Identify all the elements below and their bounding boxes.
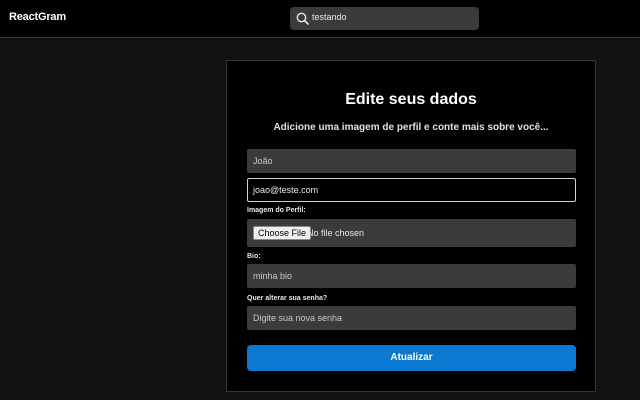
navbar: ReactGram testando — [0, 0, 640, 38]
choose-file-button[interactable]: Choose File — [253, 226, 312, 240]
brand-logo[interactable]: ReactGram — [9, 11, 66, 23]
bio-field[interactable]: minha bio — [247, 264, 576, 288]
name-field[interactable]: João — [247, 149, 576, 173]
search-value: testando — [312, 12, 347, 22]
page-subtitle: Adicione uma imagem de perfil e conte ma… — [273, 122, 549, 133]
password-field[interactable]: Digite sua nova senha — [247, 306, 576, 330]
bio-label: Bio: — [247, 253, 261, 260]
profile-image-label: Imagem do Perfil: — [247, 207, 306, 214]
search-icon — [295, 11, 310, 26]
profile-image-field: Choose File No file chosen — [247, 219, 576, 247]
password-label: Quer alterar sua senha? — [247, 295, 328, 302]
email-field[interactable]: joao@teste.com — [247, 178, 576, 202]
search-input[interactable]: testando — [290, 7, 479, 30]
edit-profile-card: Edite seus dados Adicione uma imagem de … — [226, 60, 596, 392]
page-title: Edite seus dados — [345, 91, 477, 108]
update-button[interactable]: Atualizar — [247, 345, 576, 371]
file-status: No file chosen — [307, 228, 365, 238]
